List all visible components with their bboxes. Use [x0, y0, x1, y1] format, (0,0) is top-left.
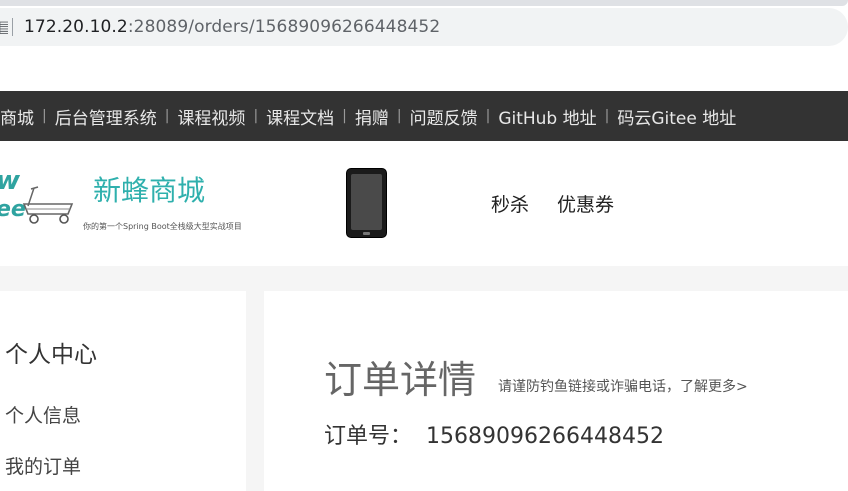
nav-separator: |	[342, 108, 347, 124]
nav-item-donate[interactable]: 捐赠	[355, 104, 389, 129]
sidebar-title: 个人中心	[5, 342, 97, 368]
nav-separator: |	[164, 108, 170, 124]
browser-tab-strip	[0, 0, 848, 6]
nav-item-github[interactable]: GitHub 地址	[498, 104, 596, 129]
brand-title[interactable]: 新蜂商城	[93, 174, 205, 208]
address-bar[interactable]: ▤ 172.20.10.2:28089/orders/1568909626644…	[0, 8, 848, 46]
url-path: :28089/orders/15689096266448452	[127, 17, 441, 37]
header-link-flash-sale[interactable]: 秒杀	[491, 191, 529, 219]
brand-subtitle: 你的第一个Spring Boot全栈级大型实战项目	[83, 222, 242, 231]
nav-item-docs[interactable]: 课程文档	[266, 104, 334, 129]
sidebar-item-profile[interactable]: 个人信息	[5, 403, 81, 429]
address-separator	[12, 18, 13, 36]
nav-item-feedback[interactable]: 问题反馈	[410, 104, 478, 129]
nav-separator: |	[396, 108, 402, 124]
site-info-icon[interactable]: ▤	[0, 17, 8, 37]
browser-address-area: ▤ 172.20.10.2:28089/orders/1568909626644…	[0, 0, 848, 52]
nav-separator: |	[253, 108, 259, 124]
logo-text-top: w	[0, 168, 20, 194]
nav-item-admin[interactable]: 后台管理系统	[55, 104, 157, 129]
nav-item-gitee[interactable]: 码云Gitee 地址	[617, 104, 736, 129]
sidebar-item-my-orders[interactable]: 我的订单	[5, 454, 81, 480]
page-title: 订单详情	[324, 358, 477, 402]
phone-button	[363, 232, 370, 235]
order-number-value: 15689096266448452	[426, 424, 664, 449]
nav-separator: |	[604, 108, 610, 124]
cart-logo-icon[interactable]	[20, 186, 74, 226]
nav-item-mall[interactable]: 商城	[0, 104, 34, 129]
phone-icon[interactable]	[346, 168, 387, 238]
address-url[interactable]: 172.20.10.2:28089/orders/156890962664484…	[24, 17, 440, 37]
top-nav: 商城 | 后台管理系统 | 课程视频 | 课程文档 | 捐赠 | 问题反馈 | …	[0, 91, 848, 141]
nav-separator: |	[485, 108, 491, 124]
phone-screen	[351, 174, 382, 230]
fraud-notice-link[interactable]: 请谨防钓鱼链接或诈骗电话，了解更多>	[498, 377, 748, 397]
order-number-label: 订单号：	[324, 424, 413, 449]
order-number: 订单号： 15689096266448452	[324, 422, 664, 452]
header-link-coupons[interactable]: 优惠券	[557, 191, 614, 219]
nav-separator: |	[42, 108, 47, 124]
nav-item-videos[interactable]: 课程视频	[177, 104, 245, 129]
url-host: 172.20.10.2	[24, 17, 128, 37]
